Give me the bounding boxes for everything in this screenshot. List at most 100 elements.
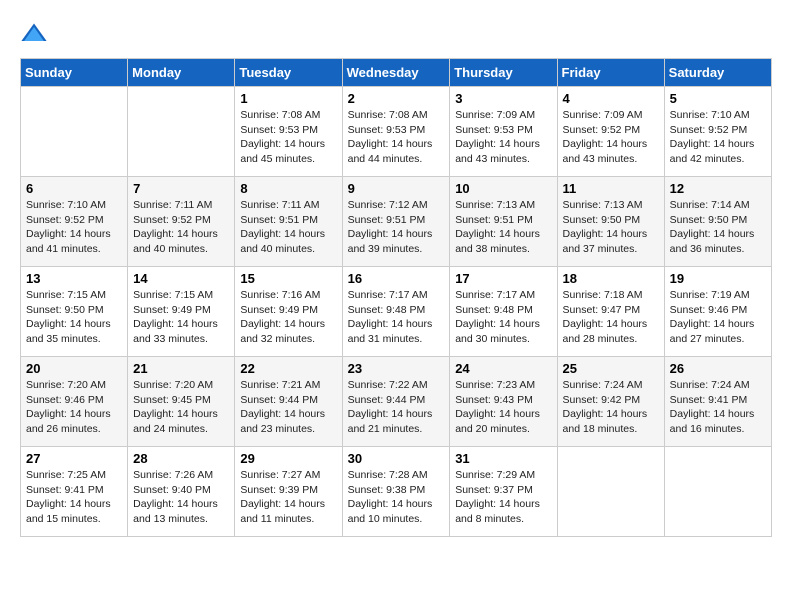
day-info: Sunrise: 7:24 AM Sunset: 9:41 PM Dayligh…: [670, 378, 766, 437]
calendar-cell: 28Sunrise: 7:26 AM Sunset: 9:40 PM Dayli…: [128, 447, 235, 537]
day-info: Sunrise: 7:14 AM Sunset: 9:50 PM Dayligh…: [670, 198, 766, 257]
day-number: 12: [670, 181, 766, 196]
day-info: Sunrise: 7:17 AM Sunset: 9:48 PM Dayligh…: [348, 288, 445, 347]
day-number: 3: [455, 91, 551, 106]
day-number: 18: [563, 271, 659, 286]
day-info: Sunrise: 7:22 AM Sunset: 9:44 PM Dayligh…: [348, 378, 445, 437]
day-info: Sunrise: 7:17 AM Sunset: 9:48 PM Dayligh…: [455, 288, 551, 347]
calendar-cell: 13 Sunrise: 7:15 AM Sunset: 9:50 PM Dayli…: [21, 267, 128, 357]
day-info: Sunrise: 7:18 AM Sunset: 9:47 PM Dayligh…: [563, 288, 659, 347]
day-number: 16: [348, 271, 445, 286]
day-info: Sunrise: 7:27 AM Sunset: 9:39 PM Dayligh…: [240, 468, 336, 527]
day-number: 22: [240, 361, 336, 376]
week-row-3: 13 Sunrise: 7:15 AM Sunset: 9:50 PM Dayli…: [21, 267, 772, 357]
day-info: Sunrise: 7:19 AM Sunset: 9:46 PM Dayligh…: [670, 288, 766, 347]
day-number: 7: [133, 181, 229, 196]
day-number: 9: [348, 181, 445, 196]
calendar-cell: [128, 87, 235, 177]
calendar-cell: 20 Sunrise: 7:20 AM Sunset: 9:46 PM Dayli…: [21, 357, 128, 447]
day-info: Sunrise: 7:16 AM Sunset: 9:49 PM Dayligh…: [240, 288, 336, 347]
day-number: 25: [563, 361, 659, 376]
logo-icon: [20, 20, 48, 48]
column-header-tuesday: Tuesday: [235, 59, 342, 87]
week-row-1: 1 Sunrise: 7:08 AM Sunset: 9:53 PM Daylig…: [21, 87, 772, 177]
day-number: 11: [563, 181, 659, 196]
column-header-friday: Friday: [557, 59, 664, 87]
calendar-table: SundayMondayTuesdayWednesdayThursdayFrid…: [20, 58, 772, 537]
day-info: Sunrise: 7:09 AM Sunset: 9:52 PM Dayligh…: [563, 108, 659, 167]
calendar-cell: 17 Sunrise: 7:17 AM Sunset: 9:48 PM Dayli…: [450, 267, 557, 357]
day-number: 26: [670, 361, 766, 376]
column-header-wednesday: Wednesday: [342, 59, 450, 87]
day-info: Sunrise: 7:25 AM Sunset: 9:41 PM Dayligh…: [26, 468, 122, 527]
week-row-5: 27 Sunrise: 7:25 AM Sunset: 9:41 PM Dayli…: [21, 447, 772, 537]
calendar-cell: 12 Sunrise: 7:14 AM Sunset: 9:50 PM Dayli…: [664, 177, 771, 267]
calendar-cell: 30Sunrise: 7:28 AM Sunset: 9:38 PM Dayli…: [342, 447, 450, 537]
column-header-saturday: Saturday: [664, 59, 771, 87]
calendar-cell: 31 Sunrise: 7:29 AM Sunset: 9:37 PM Dayli…: [450, 447, 557, 537]
day-info: Sunrise: 7:20 AM Sunset: 9:46 PM Dayligh…: [26, 378, 122, 437]
day-info: Sunrise: 7:20 AM Sunset: 9:45 PM Dayligh…: [133, 378, 229, 437]
calendar-cell: 1Sunrise: 7:08 AM Sunset: 9:53 PM Daylig…: [235, 87, 342, 177]
calendar-cell: 9Sunrise: 7:12 AM Sunset: 9:51 PM Daylig…: [342, 177, 450, 267]
day-number: 17: [455, 271, 551, 286]
calendar-cell: 10 Sunrise: 7:13 AM Sunset: 9:51 PM Dayli…: [450, 177, 557, 267]
calendar-cell: 8 Sunrise: 7:11 AM Sunset: 9:51 PM Daylig…: [235, 177, 342, 267]
calendar-cell: [664, 447, 771, 537]
day-info: Sunrise: 7:15 AM Sunset: 9:49 PM Dayligh…: [133, 288, 229, 347]
day-number: 23: [348, 361, 445, 376]
calendar-cell: 24Sunrise: 7:23 AM Sunset: 9:43 PM Dayli…: [450, 357, 557, 447]
day-info: Sunrise: 7:08 AM Sunset: 9:53 PM Dayligh…: [348, 108, 445, 167]
column-header-thursday: Thursday: [450, 59, 557, 87]
day-number: 13: [26, 271, 122, 286]
day-number: 10: [455, 181, 551, 196]
day-info: Sunrise: 7:26 AM Sunset: 9:40 PM Dayligh…: [133, 468, 229, 527]
calendar-cell: 11 Sunrise: 7:13 AM Sunset: 9:50 PM Dayli…: [557, 177, 664, 267]
day-number: 8: [240, 181, 336, 196]
calendar-cell: 3 Sunrise: 7:09 AM Sunset: 9:53 PM Daylig…: [450, 87, 557, 177]
calendar-cell: 29 Sunrise: 7:27 AM Sunset: 9:39 PM Dayli…: [235, 447, 342, 537]
day-number: 6: [26, 181, 122, 196]
day-number: 27: [26, 451, 122, 466]
day-info: Sunrise: 7:09 AM Sunset: 9:53 PM Dayligh…: [455, 108, 551, 167]
day-info: Sunrise: 7:13 AM Sunset: 9:51 PM Dayligh…: [455, 198, 551, 257]
calendar-cell: 15 Sunrise: 7:16 AM Sunset: 9:49 PM Dayli…: [235, 267, 342, 357]
day-number: 2: [348, 91, 445, 106]
day-number: 1: [240, 91, 336, 106]
day-number: 31: [455, 451, 551, 466]
calendar-cell: 25 Sunrise: 7:24 AM Sunset: 9:42 PM Dayli…: [557, 357, 664, 447]
week-row-2: 6 Sunrise: 7:10 AM Sunset: 9:52 PM Daylig…: [21, 177, 772, 267]
day-info: Sunrise: 7:21 AM Sunset: 9:44 PM Dayligh…: [240, 378, 336, 437]
day-info: Sunrise: 7:29 AM Sunset: 9:37 PM Dayligh…: [455, 468, 551, 527]
calendar-cell: [21, 87, 128, 177]
calendar-cell: 22 Sunrise: 7:21 AM Sunset: 9:44 PM Dayli…: [235, 357, 342, 447]
day-info: Sunrise: 7:15 AM Sunset: 9:50 PM Dayligh…: [26, 288, 122, 347]
day-number: 4: [563, 91, 659, 106]
day-info: Sunrise: 7:10 AM Sunset: 9:52 PM Dayligh…: [670, 108, 766, 167]
page-header: [20, 20, 772, 48]
day-info: Sunrise: 7:11 AM Sunset: 9:52 PM Dayligh…: [133, 198, 229, 257]
day-info: Sunrise: 7:13 AM Sunset: 9:50 PM Dayligh…: [563, 198, 659, 257]
day-number: 29: [240, 451, 336, 466]
calendar-header-row: SundayMondayTuesdayWednesdayThursdayFrid…: [21, 59, 772, 87]
day-info: Sunrise: 7:10 AM Sunset: 9:52 PM Dayligh…: [26, 198, 122, 257]
logo: [20, 20, 52, 48]
day-number: 19: [670, 271, 766, 286]
calendar-cell: [557, 447, 664, 537]
day-info: Sunrise: 7:24 AM Sunset: 9:42 PM Dayligh…: [563, 378, 659, 437]
calendar-cell: 6 Sunrise: 7:10 AM Sunset: 9:52 PM Daylig…: [21, 177, 128, 267]
day-info: Sunrise: 7:11 AM Sunset: 9:51 PM Dayligh…: [240, 198, 336, 257]
day-number: 21: [133, 361, 229, 376]
day-number: 30: [348, 451, 445, 466]
calendar-cell: 23 Sunrise: 7:22 AM Sunset: 9:44 PM Dayli…: [342, 357, 450, 447]
day-number: 15: [240, 271, 336, 286]
day-number: 20: [26, 361, 122, 376]
week-row-4: 20 Sunrise: 7:20 AM Sunset: 9:46 PM Dayli…: [21, 357, 772, 447]
calendar-cell: 21 Sunrise: 7:20 AM Sunset: 9:45 PM Dayli…: [128, 357, 235, 447]
calendar-cell: 18 Sunrise: 7:18 AM Sunset: 9:47 PM Dayli…: [557, 267, 664, 357]
calendar-cell: 26 Sunrise: 7:24 AM Sunset: 9:41 PM Dayli…: [664, 357, 771, 447]
calendar-cell: 27 Sunrise: 7:25 AM Sunset: 9:41 PM Dayli…: [21, 447, 128, 537]
day-info: Sunrise: 7:23 AM Sunset: 9:43 PM Dayligh…: [455, 378, 551, 437]
column-header-monday: Monday: [128, 59, 235, 87]
calendar-cell: 16 Sunrise: 7:17 AM Sunset: 9:48 PM Dayli…: [342, 267, 450, 357]
